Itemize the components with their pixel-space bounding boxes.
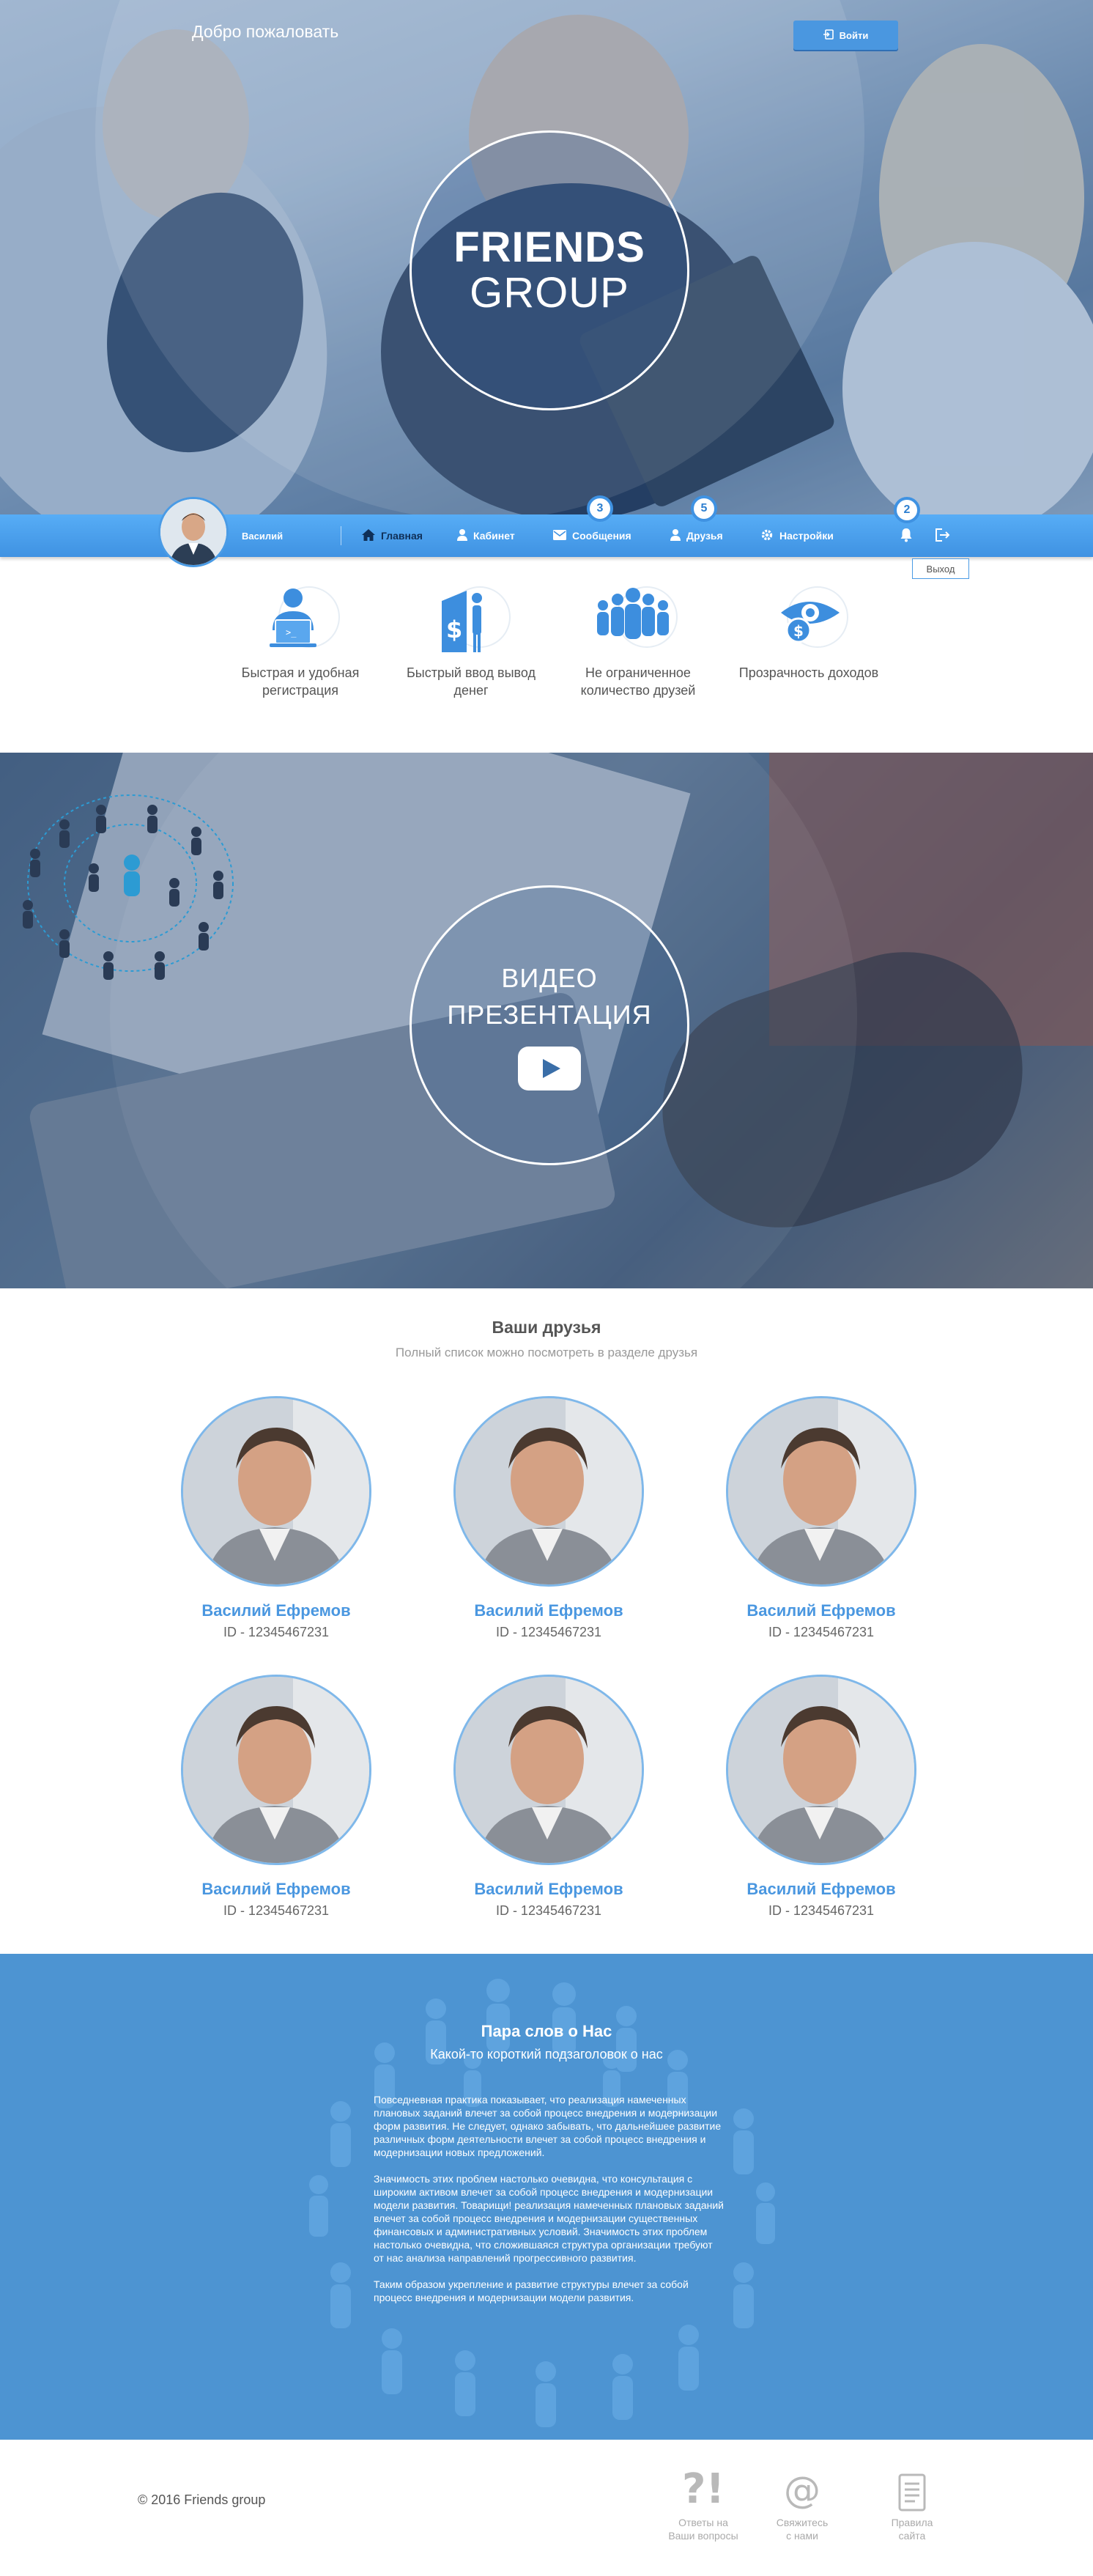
friend-avatar[interactable] (726, 1675, 916, 1865)
hero-section: Добро пожаловать Войти FRIENDS GROUP (0, 0, 1093, 514)
friend-card[interactable]: Василий Ефремов ID - 12345467231 (439, 1396, 659, 1640)
login-icon (823, 29, 834, 42)
friend-id: ID - 12345467231 (768, 1625, 875, 1639)
friend-name[interactable]: Василий Ефремов (166, 1880, 386, 1899)
nav-item-label: Кабинет (473, 530, 515, 542)
nav-item-label: Настройки (779, 530, 834, 542)
messages-count-badge: 3 (587, 495, 613, 522)
nav-item-friends[interactable]: Друзья (670, 528, 723, 544)
play-icon[interactable] (518, 1047, 581, 1090)
friend-name[interactable]: Василий Ефремов (711, 1880, 931, 1899)
friend-id: ID - 12345467231 (495, 1903, 602, 1918)
copyright: © 2016 Friends group (138, 2492, 266, 2507)
nav-item-label: Главная (381, 530, 423, 542)
friend-avatar[interactable] (453, 1396, 644, 1587)
footer: © 2016 Friends group ?! Ответы на Ваши в… (0, 2440, 1093, 2576)
logout-tooltip: Выход (912, 558, 969, 579)
eye-money-icon: $ (765, 579, 853, 660)
user-icon (457, 528, 467, 543)
friend-avatar[interactable] (726, 1396, 916, 1587)
at-icon: @ (784, 2469, 820, 2512)
friend-card[interactable]: Василий Ефремов ID - 12345467231 (166, 1675, 386, 1919)
logout-icon[interactable] (934, 528, 950, 546)
nav-item-settings[interactable]: Настройки (760, 528, 834, 544)
friend-card[interactable]: Василий Ефремов ID - 12345467231 (166, 1396, 386, 1640)
home-icon (362, 528, 375, 543)
feature-money: $ Быстрый ввод вывод денег (390, 579, 552, 699)
welcome-text: Добро пожаловать (192, 22, 339, 41)
friend-name[interactable]: Василий Ефремов (166, 1601, 386, 1620)
about-paragraph: Повседневная практика показывает, что ре… (374, 2094, 722, 2158)
nav-item-messages[interactable]: Сообщения (553, 528, 631, 544)
feature-unlimited-friends: Не ограниченное количество друзей (557, 579, 719, 699)
bell-icon[interactable] (900, 528, 913, 546)
about-text: Повседневная практика показывает, что ре… (374, 2093, 725, 2317)
friends-count-badge: 5 (691, 495, 717, 522)
footer-link-rules[interactable]: Правила сайта (864, 2462, 960, 2542)
footer-link-line: Ваши вопросы (668, 2530, 738, 2542)
person-icon (670, 528, 681, 543)
svg-text:>_: >_ (286, 627, 297, 638)
nav-item-label: Сообщения (572, 530, 631, 542)
about-section: Пара слов о Нас Какой-то короткий подзаг… (0, 1954, 1093, 2440)
footer-link-line: Свяжитесь (776, 2517, 829, 2528)
footer-link-line: Ответы на (678, 2517, 728, 2528)
feature-label: Быстрый ввод вывод денег (406, 665, 536, 698)
friend-id: ID - 12345467231 (223, 1625, 330, 1639)
gear-icon (760, 528, 774, 544)
footer-link-contact[interactable]: @ Свяжитесь с нами (755, 2462, 850, 2542)
logo-line-2: GROUP (470, 269, 629, 317)
nav-item-home[interactable]: Главная (362, 528, 423, 544)
footer-link-line: Правила (891, 2517, 933, 2528)
envelope-icon (553, 529, 566, 542)
friend-id: ID - 12345467231 (495, 1625, 602, 1639)
svg-text:$: $ (446, 616, 462, 643)
friend-card[interactable]: Василий Ефремов ID - 12345467231 (439, 1675, 659, 1919)
login-label: Войти (839, 29, 869, 41)
video-play-circle[interactable]: ВИДЕО ПРЕЗЕНТАЦИЯ (410, 885, 689, 1165)
user-name[interactable]: Василий (242, 531, 283, 542)
registration-icon: >_ (256, 579, 344, 660)
feature-registration: >_ Быстрая и удобная регистрация (220, 579, 381, 699)
group-icon (594, 579, 682, 660)
notifications-badge: 2 (894, 497, 920, 523)
footer-link-faq[interactable]: ?! Ответы на Ваши вопросы (656, 2462, 751, 2542)
network-icon (23, 794, 234, 980)
friend-card[interactable]: Василий Ефремов ID - 12345467231 (711, 1675, 931, 1919)
nav-item-label: Друзья (686, 530, 723, 542)
about-title: Пара слов о Нас (481, 2022, 612, 2040)
about-paragraph: Таким образом укрепление и развитие стру… (374, 2278, 689, 2303)
avatar[interactable] (158, 497, 229, 567)
feature-label: Быстрая и удобная регистрация (241, 665, 360, 698)
document-icon (864, 2462, 960, 2512)
friend-card[interactable]: Василий Ефремов ID - 12345467231 (711, 1396, 931, 1640)
footer-link-line: с нами (786, 2530, 818, 2542)
friend-avatar[interactable] (453, 1675, 644, 1865)
friends-title: Ваши друзья (492, 1318, 601, 1337)
footer-link-line: сайта (898, 2530, 926, 2542)
feature-label: Прозрачность доходов (738, 665, 879, 680)
feature-transparency: $ Прозрачность доходов (728, 579, 889, 682)
logo-line-1: FRIENDS (453, 224, 645, 271)
login-button[interactable]: Войти (793, 21, 898, 50)
money-icon: $ (427, 579, 515, 660)
video-title-line-1: ВИДЕО (501, 963, 598, 993)
friend-avatar[interactable] (181, 1396, 371, 1587)
video-title-line-2: ПРЕЗЕНТАЦИЯ (447, 1000, 652, 1030)
friend-avatar[interactable] (181, 1675, 371, 1865)
nav-item-cabinet[interactable]: Кабинет (457, 528, 515, 544)
feature-label: Не ограниченное количество друзей (580, 665, 696, 698)
friend-name[interactable]: Василий Ефремов (439, 1880, 659, 1899)
friend-id: ID - 12345467231 (768, 1903, 875, 1918)
about-paragraph: Значимость этих проблем настолько очевид… (374, 2173, 724, 2264)
question-icon: ?! (681, 2465, 725, 2513)
site-logo[interactable]: FRIENDS GROUP (410, 130, 689, 410)
friend-name[interactable]: Василий Ефремов (711, 1601, 931, 1620)
video-section: ВИДЕО ПРЕЗЕНТАЦИЯ (0, 753, 1093, 1288)
friend-id: ID - 12345467231 (223, 1903, 330, 1918)
svg-text:$: $ (793, 622, 804, 640)
about-subtitle: Какой-то короткий подзаголовок о нас (430, 2047, 663, 2062)
friend-name[interactable]: Василий Ефремов (439, 1601, 659, 1620)
friends-subtitle: Полный список можно посмотреть в разделе… (395, 1346, 698, 1359)
